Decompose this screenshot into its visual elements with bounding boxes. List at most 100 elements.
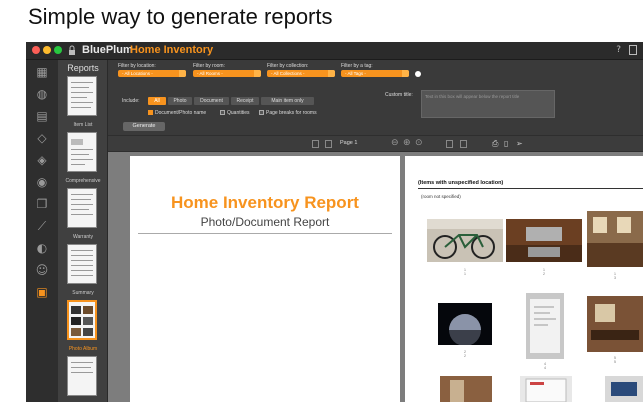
filter-collection-label: Filter by collection: [267, 63, 309, 69]
filter-room-value: - All Rooms - [197, 71, 223, 76]
filter-room-label: Filter by room: [193, 63, 225, 69]
reports-title: Reports [67, 63, 99, 73]
report-divider [138, 233, 392, 234]
app-product-name: Home Inventory [130, 44, 214, 56]
include-option-receipt[interactable]: Receipt [231, 97, 259, 105]
first-page-icon[interactable] [312, 140, 319, 148]
include-option-all[interactable]: All [148, 97, 166, 105]
title-bar: BluePlum Home Inventory ? [26, 42, 643, 60]
photo-living-room [587, 211, 643, 267]
checkbox-quantities[interactable] [220, 110, 225, 115]
tag-icon[interactable]: ◇ [34, 131, 50, 145]
report-thumb-summary[interactable] [67, 244, 97, 284]
pie-chart-icon[interactable]: ◐ [34, 241, 50, 255]
send-icon[interactable]: ➢ [516, 139, 523, 148]
filter-room-select[interactable]: - All Rooms - [193, 70, 261, 77]
report-title: Home Inventory Report [171, 193, 359, 212]
report-label-summary[interactable]: Summary [58, 290, 108, 296]
page-indicator: Page 1 [340, 140, 358, 146]
photo-caption: 1 1 [464, 268, 466, 276]
single-page-icon[interactable] [446, 140, 453, 148]
checkbox-page-breaks-label: Page breaks for rooms [266, 110, 317, 116]
photo-room-corner [440, 376, 492, 402]
rooms-icon[interactable]: ▤ [34, 109, 50, 123]
minimize-window-button[interactable] [43, 46, 51, 54]
locations-icon[interactable]: ◍ [34, 87, 50, 101]
filter-tag-label: Filter by a tag: [341, 63, 373, 69]
help-icon[interactable]: ? [616, 45, 621, 55]
report-thumb-comprehensive[interactable] [67, 132, 97, 172]
photo-caption: 5 5 [614, 356, 616, 364]
photo-caption: 2 2 [464, 350, 466, 358]
previous-page-icon[interactable] [325, 140, 332, 148]
report-subtitle: Photo/Document Report [200, 215, 330, 229]
checkbox-page-breaks[interactable] [259, 110, 264, 115]
checkbox-document-photo-name[interactable] [148, 110, 153, 115]
report-page-2: (Items with unspecified location) (room … [405, 156, 643, 402]
report-label-warranty[interactable]: Warranty [58, 234, 108, 240]
chart-icon[interactable]: ⟋ [34, 219, 50, 233]
report-page-1: Home Inventory Report Photo/Document Rep… [130, 156, 400, 402]
user-icon[interactable]: ☺ [34, 263, 50, 277]
document-icon[interactable] [629, 45, 637, 55]
photos-icon[interactable]: ▦ [34, 65, 50, 79]
promo-caption: Simple way to generate reports [28, 4, 333, 29]
navigation-icon-bar: ▦ ◍ ▤ ◇ ◈ ◉ ❐ ⟋ ◐ ☺ ▣ [26, 60, 58, 402]
map-pin-icon[interactable]: ◉ [34, 175, 50, 189]
app-window: BluePlum Home Inventory ? ▦ ◍ ▤ ◇ ◈ ◉ ❐ … [26, 42, 643, 402]
chevron-down-icon [328, 70, 335, 77]
photo-caption: 1 3 [614, 272, 616, 280]
report-label-comprehensive[interactable]: Comprehensive [58, 178, 108, 184]
reports-panel: Reports Item List Comprehensive Warranty… [58, 60, 108, 402]
heading-divider [418, 188, 643, 189]
photo-laptop [605, 376, 643, 402]
checkbox-document-photo-name-label: Document/Photo name [155, 110, 207, 116]
report-preview-canvas[interactable]: Home Inventory Report Photo/Document Rep… [108, 152, 643, 402]
report-thumb-photo-album[interactable] [67, 300, 97, 340]
photo-moon [438, 303, 492, 345]
photo-kitchen [506, 219, 582, 262]
report-label-item-list[interactable]: Item List [58, 122, 108, 128]
filter-location-select[interactable]: - All Locations - [118, 70, 186, 77]
zoom-in-icon[interactable]: ⊕ [403, 138, 411, 148]
photo-caption: 4 4 [544, 362, 546, 370]
reports-icon[interactable]: ▣ [34, 285, 50, 299]
filter-tag-select[interactable]: - All Tags - [341, 70, 409, 77]
report-thumb-warranty[interactable] [67, 188, 97, 228]
photo-caption: 1 2 [543, 268, 545, 276]
chevron-down-icon [179, 70, 186, 77]
custom-title-label: Custom title: [385, 92, 413, 98]
include-label: Include: [122, 98, 140, 104]
include-option-photo[interactable]: Photo [168, 97, 192, 105]
report-thumb-item-list[interactable] [67, 76, 97, 116]
photo-document [526, 293, 564, 359]
facing-pages-icon[interactable] [460, 140, 467, 148]
close-window-button[interactable] [32, 46, 40, 54]
filter-tag-toggle[interactable] [415, 71, 421, 77]
chevron-down-icon [254, 70, 261, 77]
include-option-main-item-only[interactable]: Main item only [261, 97, 314, 105]
filter-tag-value: - All Tags - [345, 71, 366, 76]
app-brand: BluePlum [82, 44, 133, 56]
collections-icon[interactable]: ◈ [34, 153, 50, 167]
custom-title-input[interactable]: Text in this box will appear below the r… [421, 90, 555, 118]
zoom-fit-icon[interactable]: ⊙ [415, 138, 423, 148]
zoom-window-button[interactable] [54, 46, 62, 54]
include-option-document[interactable]: Document [194, 97, 229, 105]
photo-bicycle [427, 219, 503, 262]
filter-collection-value: - All Collections - [271, 71, 305, 76]
location-heading: (Items with unspecified location) [418, 180, 504, 186]
documents-icon[interactable]: ❐ [34, 197, 50, 211]
print-icon[interactable]: ⎙ [492, 139, 498, 149]
filter-location-label: Filter by location: [118, 63, 156, 69]
checkbox-quantities-label: Quantities [227, 110, 250, 116]
zoom-out-icon[interactable]: ⊖ [391, 138, 399, 148]
filter-collection-select[interactable]: - All Collections - [267, 70, 335, 77]
generate-button[interactable]: Generate [123, 122, 165, 131]
export-pdf-icon[interactable]: ▯ [504, 139, 508, 148]
report-toolbar: Page 1 ⊖ ⊕ ⊙ ⎙ ▯ ➢ [108, 135, 643, 152]
report-label-photo-album[interactable]: Photo Album [58, 346, 108, 352]
photo-dining-room [587, 296, 643, 352]
report-thumb-next[interactable] [67, 356, 97, 396]
chevron-down-icon [402, 70, 409, 77]
